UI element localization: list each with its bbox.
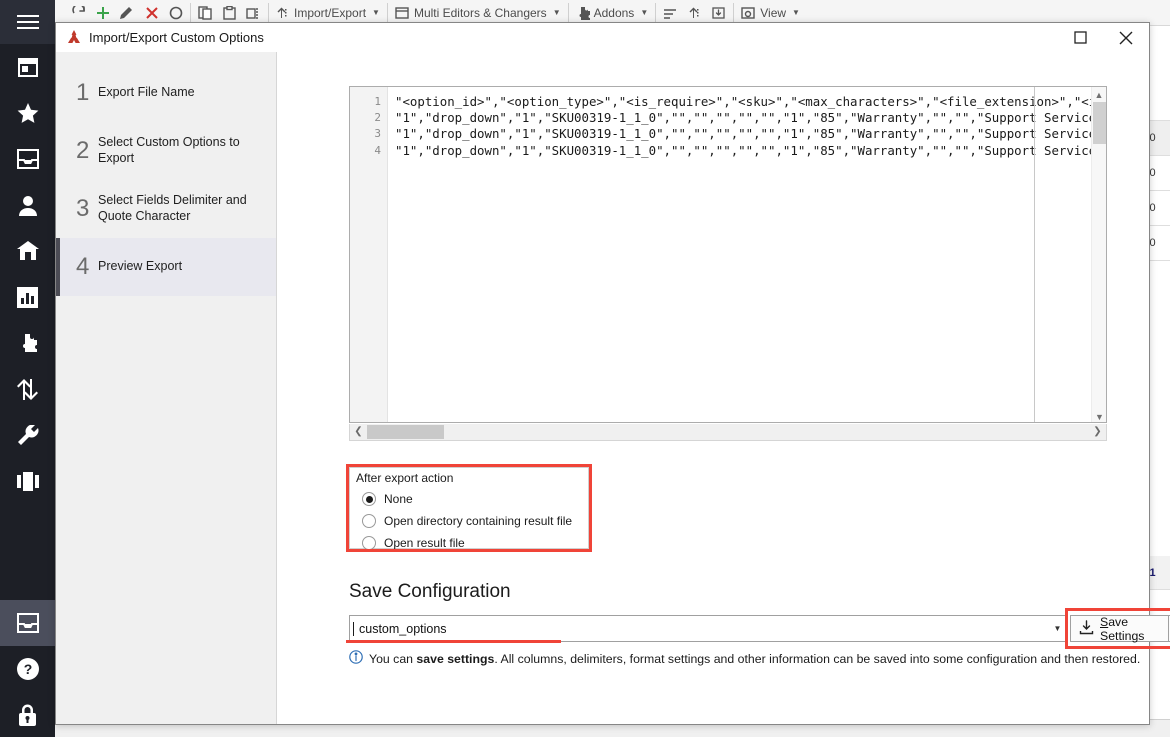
step-1-export-file-name[interactable]: 1 Export File Name bbox=[56, 64, 276, 122]
download-save-icon bbox=[1079, 619, 1094, 638]
preview-code-content: "<option_id>","<option_type>","<is_requi… bbox=[389, 94, 1106, 422]
hint-prefix: You can bbox=[369, 651, 417, 666]
toolbar-divider bbox=[268, 2, 269, 23]
dialog-title-bar: Import/Export Custom Options bbox=[56, 23, 1149, 52]
step-3-select-delimiter[interactable]: 3 Select Fields Delimiter and Quote Char… bbox=[56, 180, 276, 238]
save-settings-label: Save Settings bbox=[1100, 614, 1145, 643]
code-line: "<option_id>","<option_type>","<is_requi… bbox=[395, 94, 1106, 109]
toolbar-import-export-label: Import/Export bbox=[294, 5, 367, 20]
toolbar-divider bbox=[567, 2, 569, 23]
save-settings-button[interactable]: Save Settings bbox=[1070, 614, 1169, 643]
after-export-action-group: After export action None Open directory … bbox=[349, 467, 589, 550]
steps-panel: 1 Export File Name 2 Select Custom Optio… bbox=[56, 52, 277, 724]
chart-bar-icon[interactable] bbox=[0, 274, 55, 320]
maximize-icon[interactable] bbox=[1057, 23, 1103, 52]
chevron-right-icon[interactable]: ❯ bbox=[1090, 424, 1105, 439]
radio-option-none[interactable]: None bbox=[362, 492, 413, 506]
step-2-select-custom-options[interactable]: 2 Select Custom Options to Export bbox=[56, 122, 276, 180]
chevron-down-icon: ▼ bbox=[372, 8, 380, 17]
home-icon[interactable] bbox=[0, 228, 55, 274]
toolbar-divider bbox=[190, 2, 191, 23]
save-configuration-heading: Save Configuration bbox=[349, 581, 511, 602]
puzzle-piece-icon[interactable] bbox=[0, 320, 55, 366]
chevron-up-icon[interactable]: ▲ bbox=[1092, 87, 1106, 102]
code-line: "1","drop_down","1","SKU00319-1_1_0","",… bbox=[395, 142, 1106, 158]
question-circle-icon[interactable]: ? bbox=[0, 646, 55, 692]
radio-option-open-directory[interactable]: Open directory containing result file bbox=[362, 514, 572, 528]
toolbar-addons-label: Addons bbox=[593, 5, 635, 20]
toolbar-divider bbox=[655, 2, 657, 23]
dialog-main-pane: 1 2 3 4 "<option_id>","<option_type>","<… bbox=[278, 52, 1170, 724]
app-sidebar: ? bbox=[0, 0, 55, 737]
step-number: 1 bbox=[76, 79, 90, 106]
radio-label: None bbox=[384, 492, 413, 506]
dialog-body: 1 Export File Name 2 Select Custom Optio… bbox=[56, 52, 1170, 724]
info-circle-icon bbox=[349, 650, 363, 667]
step-label: Preview Export bbox=[98, 259, 183, 274]
chevron-down-icon: ▼ bbox=[640, 8, 649, 17]
chevron-down-icon: ▼ bbox=[552, 8, 561, 17]
step-label: Export File Name bbox=[98, 85, 195, 100]
panels-icon[interactable] bbox=[0, 458, 55, 504]
line-number: 3 bbox=[374, 127, 381, 141]
sidebar-item-active-inbox[interactable] bbox=[0, 600, 55, 646]
chevron-left-icon[interactable]: ❮ bbox=[351, 424, 366, 439]
chevron-down-icon[interactable]: ▼ bbox=[1049, 616, 1066, 641]
hamburger-menu-icon[interactable] bbox=[0, 0, 55, 44]
step-4-preview-export[interactable]: 4 Preview Export bbox=[56, 238, 276, 296]
configuration-name-input[interactable]: custom_options bbox=[353, 621, 1049, 636]
svg-text:?: ? bbox=[23, 661, 32, 677]
scrollbar-thumb[interactable] bbox=[1093, 102, 1106, 144]
after-export-action-legend: After export action bbox=[356, 471, 454, 485]
code-line: "1","drop_down","1","SKU00319-1_1_0","",… bbox=[395, 110, 1106, 126]
line-number-gutter: 1 2 3 4 bbox=[350, 87, 388, 422]
import-export-dialog: Import/Export Custom Options 1 Export Fi… bbox=[55, 22, 1170, 725]
close-icon[interactable] bbox=[1103, 23, 1149, 52]
toolbar-multi-editors-label: Multi Editors & Changers bbox=[413, 5, 547, 20]
app-logo-icon bbox=[66, 30, 82, 45]
toolbar-divider bbox=[386, 2, 388, 23]
step-label: Select Fields Delimiter and Quote Charac… bbox=[98, 193, 247, 223]
text-caret-guide bbox=[1034, 87, 1035, 422]
chevron-down-icon: ▼ bbox=[792, 8, 800, 17]
toolbar-view-label: View bbox=[760, 5, 787, 20]
annotation-underline-config-input bbox=[346, 640, 561, 643]
step-number: 3 bbox=[76, 195, 90, 222]
preview-export-textarea[interactable]: 1 2 3 4 "<option_id>","<option_type>","<… bbox=[349, 86, 1107, 423]
preview-vertical-scrollbar[interactable]: ▲ ▼ bbox=[1091, 87, 1106, 422]
radio-option-open-result-file[interactable]: Open result file bbox=[362, 536, 465, 550]
preview-horizontal-scrollbar[interactable]: ❮ ❯ bbox=[349, 424, 1107, 441]
configuration-name-combobox[interactable]: custom_options ▼ bbox=[349, 615, 1067, 642]
radio-indicator[interactable] bbox=[362, 514, 376, 528]
radio-indicator[interactable] bbox=[362, 492, 376, 506]
code-line: "1","drop_down","1","SKU00319-1_1_0","",… bbox=[395, 126, 1106, 142]
scrollbar-thumb[interactable] bbox=[367, 425, 444, 439]
radio-label: Open result file bbox=[384, 536, 465, 550]
lock-icon[interactable] bbox=[0, 692, 55, 737]
hint-suffix: . All columns, delimiters, format settin… bbox=[494, 651, 1141, 666]
toolbar-divider bbox=[733, 2, 735, 23]
line-number: 2 bbox=[374, 111, 381, 125]
star-icon[interactable] bbox=[0, 90, 55, 136]
hint-bold: save settings bbox=[416, 651, 495, 666]
step-number: 4 bbox=[76, 253, 90, 280]
wrench-icon[interactable] bbox=[0, 412, 55, 458]
chevron-down-icon[interactable]: ▼ bbox=[1092, 409, 1106, 422]
import-export-arrows-icon[interactable] bbox=[0, 366, 55, 412]
user-icon[interactable] bbox=[0, 182, 55, 228]
radio-indicator[interactable] bbox=[362, 536, 376, 550]
line-number: 4 bbox=[374, 143, 381, 157]
step-label: Select Custom Options to Export bbox=[98, 135, 240, 165]
inbox-icon[interactable] bbox=[0, 136, 55, 182]
store-icon[interactable] bbox=[0, 44, 55, 90]
step-number: 2 bbox=[76, 137, 90, 164]
radio-label: Open directory containing result file bbox=[384, 514, 573, 528]
save-settings-hint: You can save settings. All columns, deli… bbox=[349, 650, 1149, 667]
line-number: 1 bbox=[374, 95, 381, 108]
dialog-title: Import/Export Custom Options bbox=[89, 30, 264, 45]
